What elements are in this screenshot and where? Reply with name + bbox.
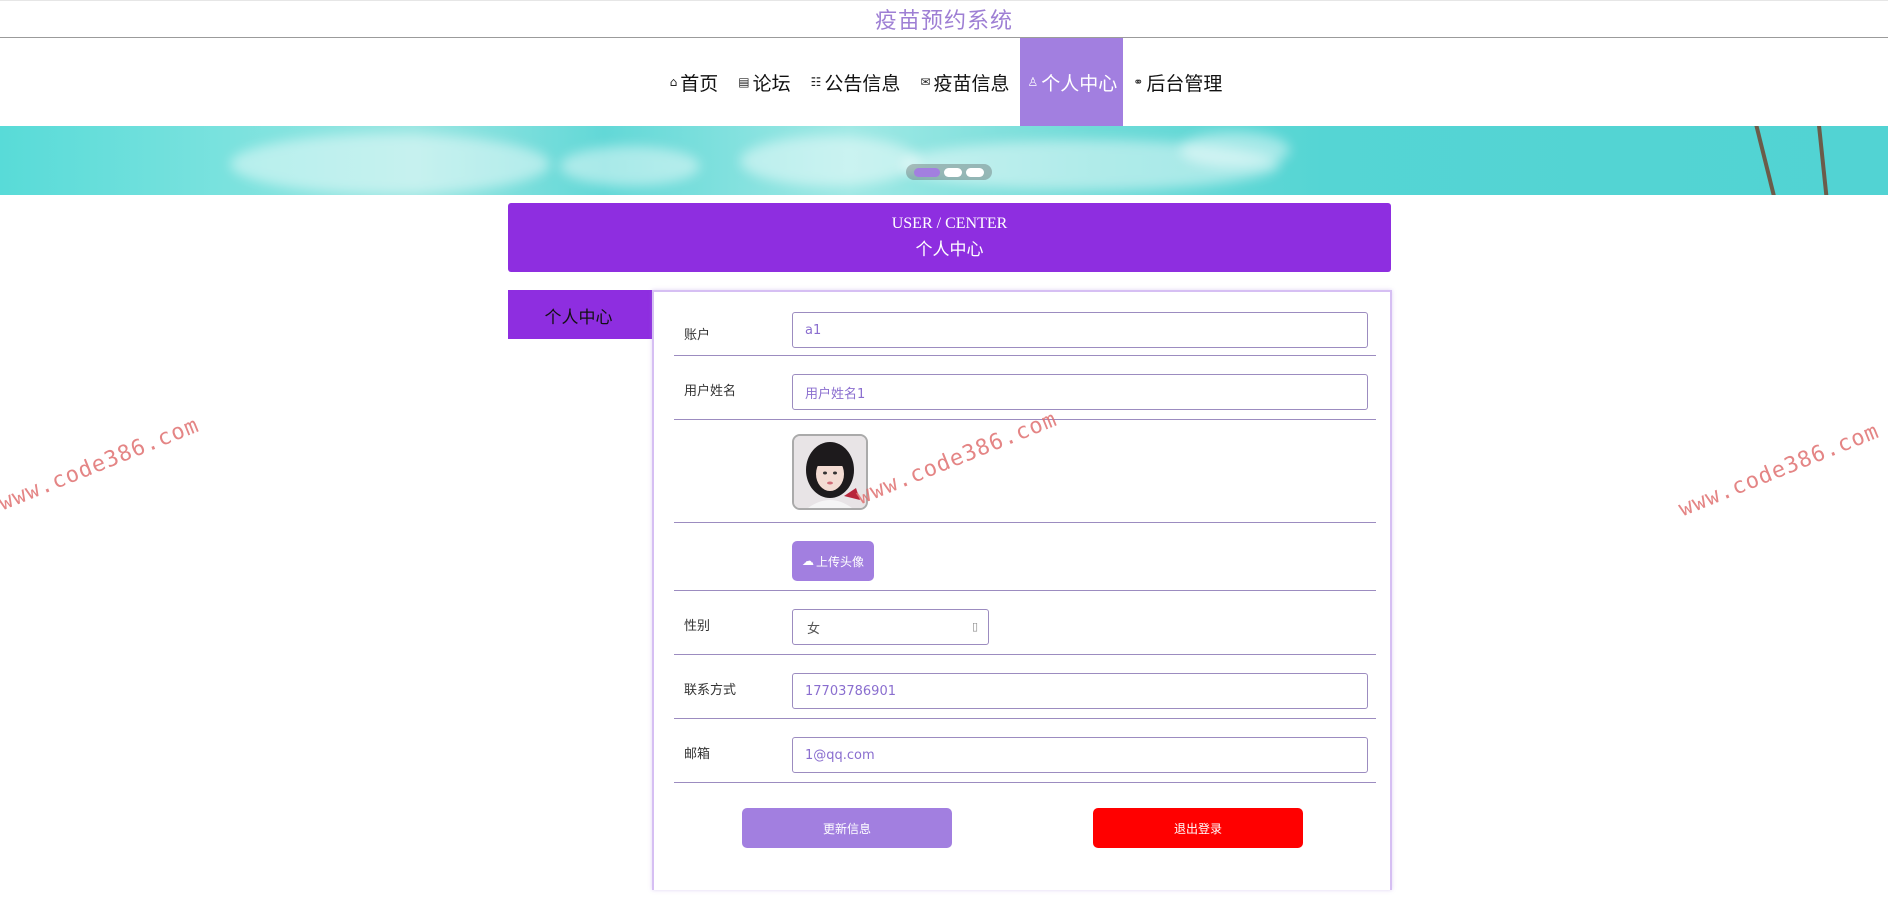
select-caret-icon: ▯ [971,620,978,633]
watermark-text: www.code386.com [1675,418,1883,523]
avatar-image [794,436,866,508]
gender-label: 性别 [684,619,711,634]
nav-item-admin[interactable]: ⚭ 后台管理 [1123,38,1232,126]
app-title: 疫苗预约系统 [874,9,1013,34]
mail-icon: ✉ [920,75,931,89]
form-row-username: 用户姓名 用户姓名1 [674,356,1376,420]
carousel-dot[interactable] [966,167,984,177]
avatar [792,434,868,510]
nav-item-user-center[interactable]: ♙ 个人中心 [1019,38,1124,126]
banner-carousel [0,126,1888,195]
gender-selected-value: 女 [807,621,821,637]
nav-item-home[interactable]: ⌂ 首页 [660,38,729,126]
phone-label: 联系方式 [684,683,737,698]
email-input[interactable]: 1@qq.com [792,737,1368,773]
title-bar: 疫苗预约系统 [0,0,1888,38]
gender-select[interactable]: 女 ▯ [792,609,989,645]
forum-icon: ▤ [738,75,750,89]
update-info-button[interactable]: 更新信息 [742,808,952,848]
nav-item-label: 后台管理 [1146,72,1223,95]
watermark-text: www.code386.com [0,412,203,517]
nav-item-vaccine[interactable]: ✉ 疫苗信息 [910,38,1019,126]
form-row-account: 账户 a1 [674,312,1376,356]
account-input[interactable]: a1 [792,312,1368,348]
form-row-upload: ☁ 上传头像 [674,523,1376,591]
user-icon: ♙ [1027,75,1039,89]
section-title-en: USER / CENTER [891,215,1008,232]
phone-input[interactable]: 17703786901 [792,673,1368,709]
section-title-cn: 个人中心 [915,240,984,259]
profile-form: 账户 a1 用户姓名 用户姓名1 ☁ 上传头像 性别 女 ▯ 联系方式 1770… [652,290,1392,890]
username-input[interactable]: 用户姓名1 [792,374,1368,410]
upload-avatar-label: 上传头像 [815,554,864,569]
nav-item-notice[interactable]: ☷ 公告信息 [801,38,911,126]
sidebar-item-user-center[interactable]: 个人中心 [508,290,653,339]
carousel-dot[interactable] [944,167,962,177]
carousel-indicators [906,164,992,180]
nav-item-label: 首页 [680,72,719,95]
form-row-gender: 性别 女 ▯ [674,591,1376,655]
page: 疫苗预约系统 ⌂ 首页 ▤ 论坛 ☷ 公告信息 ✉ 疫苗信息 ♙ 个人中心 ⚭ … [0,0,1888,908]
form-row-phone: 联系方式 17703786901 [674,655,1376,719]
nav-item-forum[interactable]: ▤ 论坛 [728,38,800,126]
nav-item-label: 公告信息 [824,72,901,95]
nav-item-label: 论坛 [752,72,791,95]
main-nav: ⌂ 首页 ▤ 论坛 ☷ 公告信息 ✉ 疫苗信息 ♙ 个人中心 ⚭ 后台管理 [0,38,1888,126]
form-row-email: 邮箱 1@qq.com [674,719,1376,783]
username-label: 用户姓名 [684,384,737,399]
logout-button[interactable]: 退出登录 [1093,808,1303,848]
link-icon: ⚭ [1133,75,1144,89]
account-label: 账户 [684,328,711,343]
nav-item-label: 个人中心 [1041,72,1118,95]
home-icon: ⌂ [669,75,678,89]
nav-item-label: 疫苗信息 [933,72,1010,95]
carousel-dot[interactable] [914,167,940,177]
email-label: 邮箱 [684,747,711,762]
notice-icon: ☷ [810,75,822,89]
upload-avatar-button[interactable]: ☁ 上传头像 [792,541,874,581]
section-header: USER / CENTER 个人中心 [508,203,1391,272]
upload-cloud-icon: ☁ [801,554,814,568]
